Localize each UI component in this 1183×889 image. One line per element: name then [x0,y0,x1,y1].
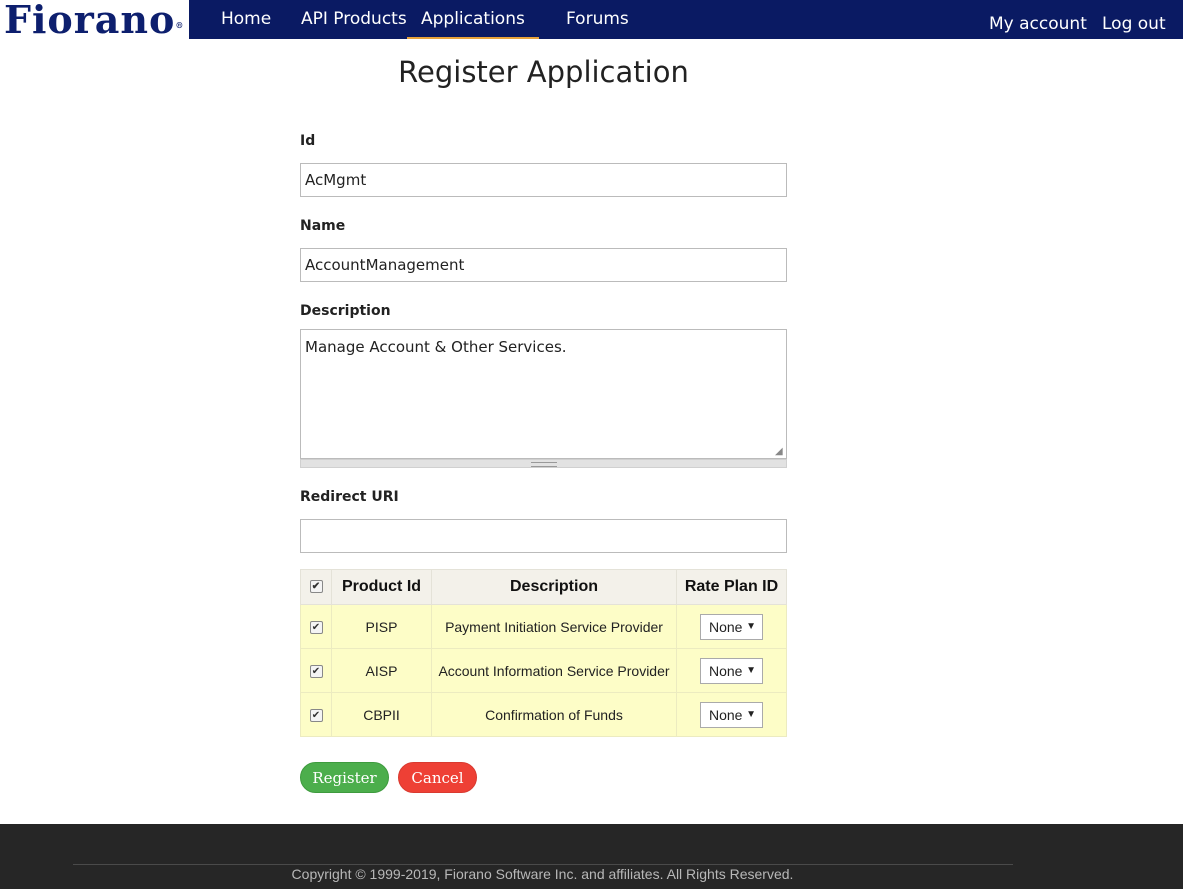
rate-plan-cell: None ▼ [676,692,787,737]
products-table: ✔ Product Id Description Rate Plan ID ✔ … [300,569,787,737]
row-checkbox-cell: ✔ [300,604,332,649]
id-input[interactable] [300,163,787,197]
table-row: ✔ PISP Payment Initiation Service Provid… [300,604,787,649]
header: Fiorano® Home API Products Applications … [0,0,1183,39]
row-checkbox-cell: ✔ [300,648,332,693]
select-all-cell: ✔ [300,569,332,605]
rate-plan-cell: None ▼ [676,604,787,649]
rate-plan-value: None [709,662,743,679]
redirect-uri-label: Redirect URI [300,489,399,505]
dropdown-arrow-icon: ▼ [746,664,756,676]
select-all-checkbox[interactable]: ✔ [309,580,323,594]
product-id-cell: PISP [331,604,432,649]
description-cell: Confirmation of Funds [431,692,677,737]
description-cell: Account Information Service Provider [431,648,677,693]
grip-lines-icon [531,462,557,467]
description-cell: Payment Initiation Service Provider [431,604,677,649]
registered-mark: ® [175,20,185,30]
product-id-cell: CBPII [331,692,432,737]
nav-home[interactable]: Home [221,0,271,39]
description-header[interactable]: Description [431,569,677,605]
footer-divider [73,864,1013,865]
dropdown-arrow-icon: ▼ [746,620,756,632]
nav-forums[interactable]: Forums [566,0,629,39]
row-checkbox[interactable]: ✔ [309,665,323,679]
logo-text: Fiorano [4,0,176,42]
id-label: Id [300,133,316,149]
rate-plan-select[interactable]: None ▼ [700,657,763,684]
row-checkbox-cell: ✔ [300,692,332,737]
redirect-uri-input[interactable] [300,519,787,553]
table-row: ✔ CBPII Confirmation of Funds None ▼ [300,692,787,737]
name-input[interactable] [300,248,787,282]
rate-plan-header[interactable]: Rate Plan ID [676,569,787,605]
copyright-text: Copyright © 1999-2019, Fiorano Software … [291,866,794,882]
rate-plan-value: None [709,618,743,635]
description-textarea[interactable]: Manage Account & Other Services. [300,329,787,459]
rate-plan-value: None [709,706,743,723]
nav-log-out[interactable]: Log out [1102,5,1166,44]
main-nav: Home API Products Applications Forums My… [189,0,1183,39]
nav-api-products[interactable]: API Products [301,0,407,39]
product-id-cell: AISP [331,648,432,693]
row-checkbox[interactable]: ✔ [309,621,323,635]
footer: Copyright © 1999-2019, Fiorano Software … [0,824,1183,889]
rate-plan-select[interactable]: None ▼ [700,701,763,728]
table-header-row: ✔ Product Id Description Rate Plan ID [300,569,787,605]
dropdown-arrow-icon: ▼ [746,708,756,720]
resize-corner-icon[interactable]: ◢ [775,447,785,457]
fiorano-logo[interactable]: Fiorano® [0,0,189,39]
nav-my-account[interactable]: My account [989,5,1087,44]
rate-plan-cell: None ▼ [676,648,787,693]
row-checkbox[interactable]: ✔ [309,709,323,723]
rate-plan-select[interactable]: None ▼ [700,613,763,640]
table-row: ✔ AISP Account Information Service Provi… [300,648,787,693]
cancel-button[interactable]: Cancel [398,762,477,793]
product-id-header[interactable]: Product Id [331,569,432,605]
nav-applications[interactable]: Applications [407,0,539,39]
textarea-resize-grip[interactable] [300,459,787,468]
name-label: Name [300,218,346,234]
page-title: Register Application [398,55,689,89]
description-label: Description [300,303,391,319]
register-button[interactable]: Register [300,762,389,793]
